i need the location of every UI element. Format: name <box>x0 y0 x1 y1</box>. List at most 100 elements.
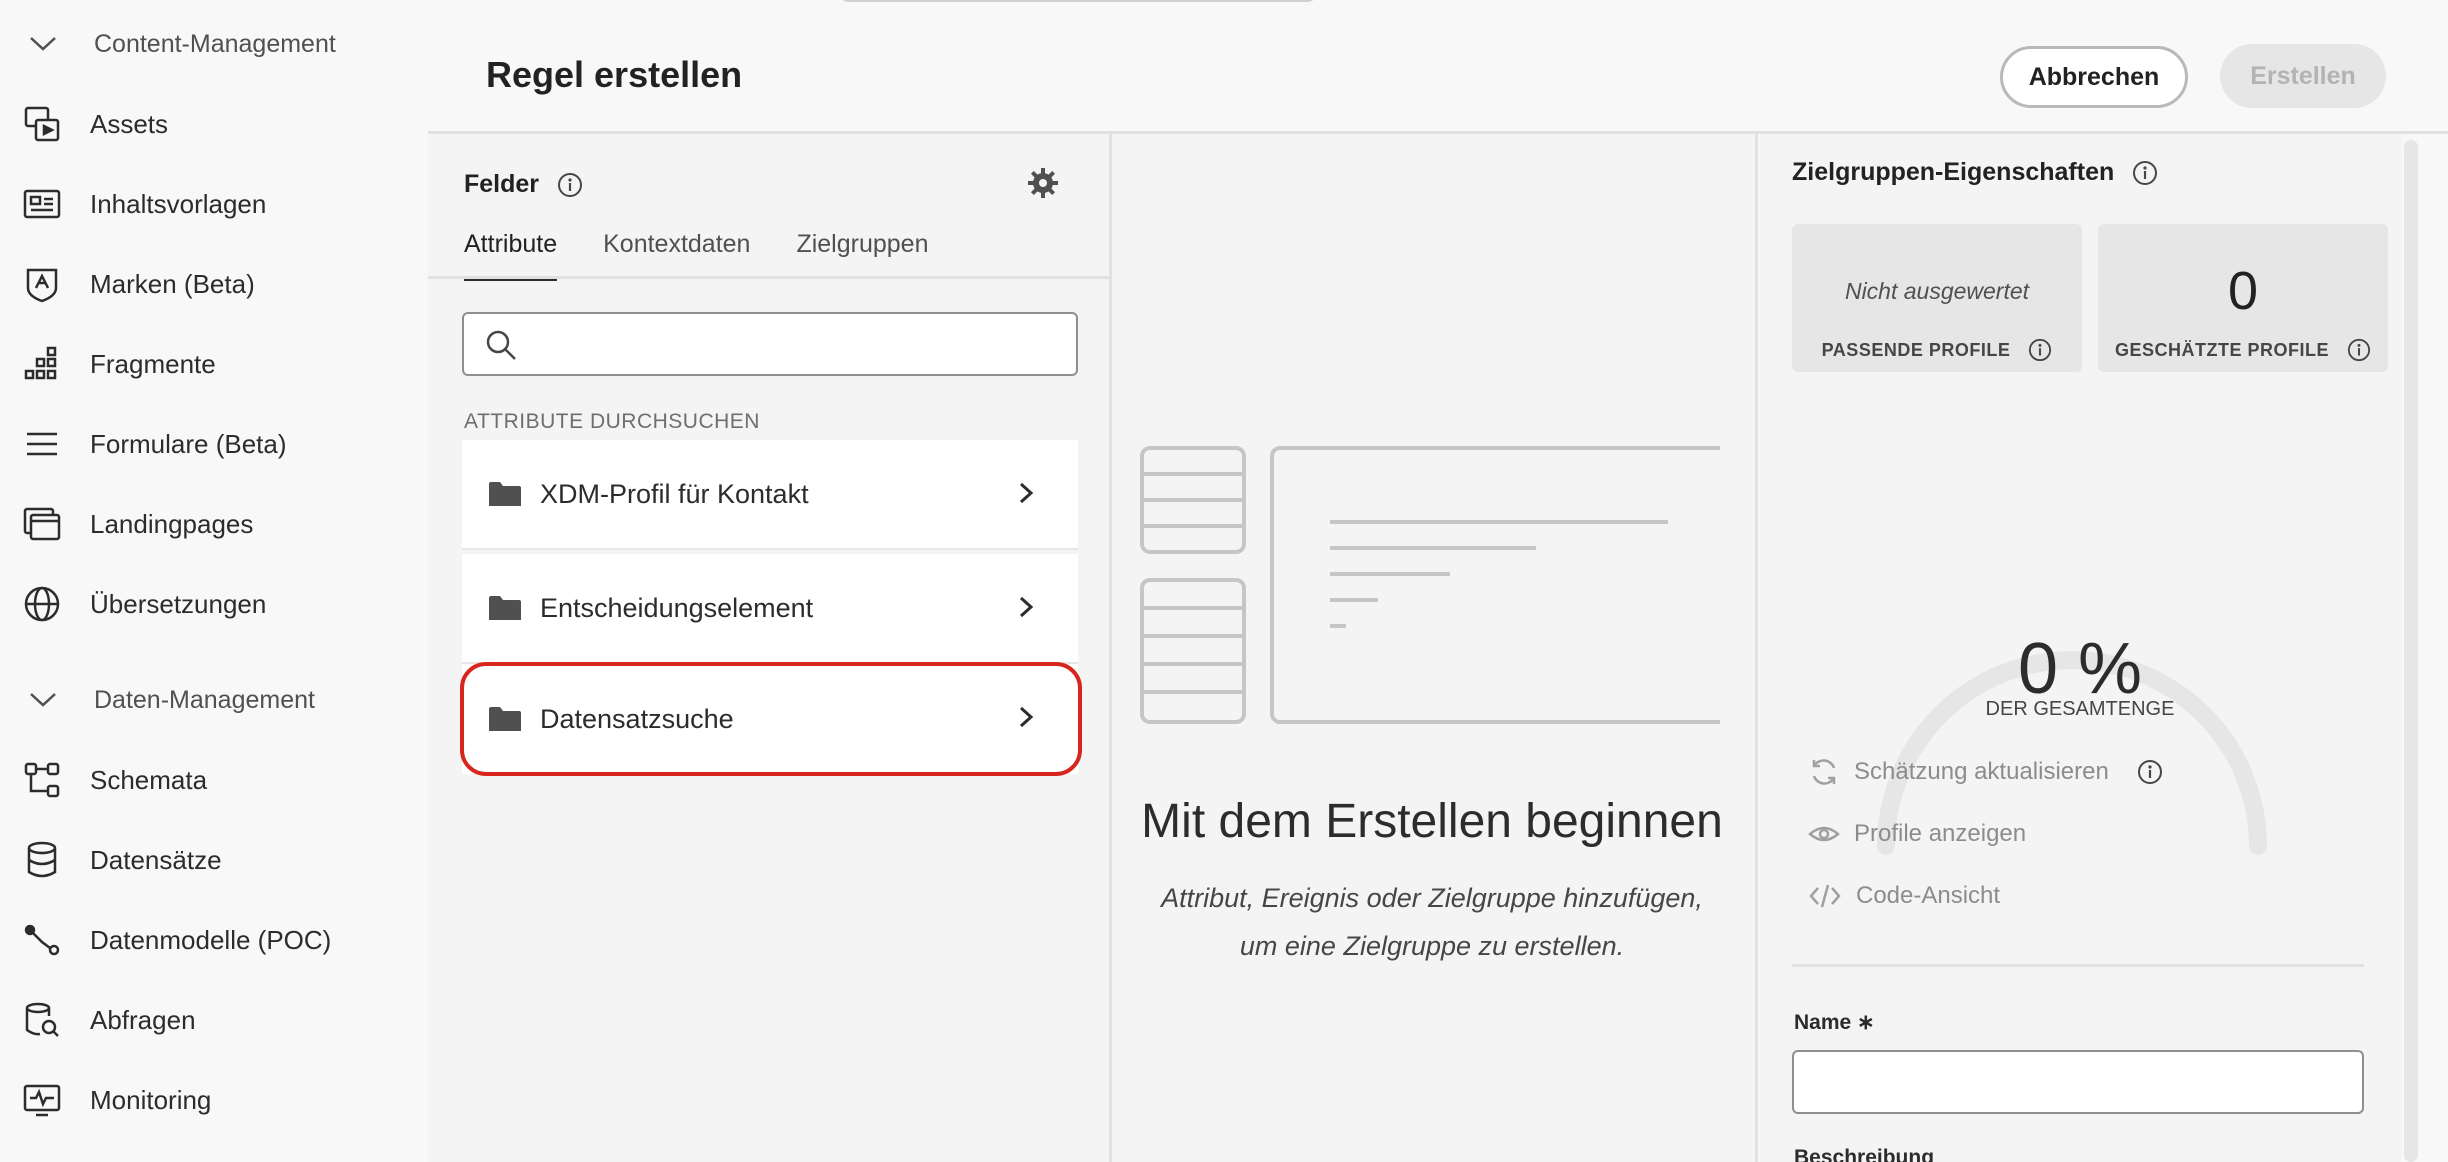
matching-profiles-card: Nicht ausgewertet PASSENDE PROFILE <box>1792 224 2082 372</box>
nav-item-label: Inhaltsvorlagen <box>90 188 267 219</box>
content-templates-icon <box>20 182 64 226</box>
audience-properties-header: Zielgruppen-Eigenschaften <box>1792 158 2158 187</box>
nav-section-label: Daten-Management <box>94 685 315 714</box>
empty-state-subtitle: Attribut, Ereignis oder Zielgruppe hinzu… <box>1112 874 1752 970</box>
data-models-icon <box>20 918 64 962</box>
empty-state-subtitle-line: um eine Zielgruppe zu erstellen. <box>1239 931 1625 961</box>
nav-item-label: Assets <box>90 108 169 139</box>
code-icon <box>1808 882 1842 910</box>
browse-attributes-label: ATTRIBUTE DURCHSUCHEN <box>464 410 760 433</box>
nav-item-brands[interactable]: Marken (Beta) <box>20 254 255 314</box>
nav-item-label: Monitoring <box>90 1084 212 1115</box>
rule-canvas: Mit dem Erstellen beginnen Attribut, Ere… <box>1112 134 1758 1162</box>
nav-item-label: Datenmodelle (POC) <box>90 924 332 955</box>
info-icon[interactable] <box>2028 338 2052 362</box>
monitoring-icon <box>20 1078 64 1122</box>
tab-attribute[interactable]: Attribute <box>464 230 558 281</box>
estimated-profiles-value: 0 <box>2227 261 2259 321</box>
datasets-icon <box>20 838 64 882</box>
nav-item-label: Landingpages <box>90 508 254 539</box>
refresh-estimate-button[interactable]: Schätzung aktualisieren <box>1808 756 2163 788</box>
schemas-icon <box>20 758 64 802</box>
code-view-button[interactable]: Code-Ansicht <box>1808 882 2000 910</box>
code-view-label: Code-Ansicht <box>1856 882 2001 909</box>
audience-properties-panel: Zielgruppen-Eigenschaften Nicht ausgewer… <box>1760 134 2402 1162</box>
nav-item-fragments[interactable]: Fragmente <box>20 334 216 394</box>
fragments-icon <box>20 342 64 386</box>
chevron-right-icon <box>1018 481 1034 505</box>
scrollbar[interactable] <box>2404 140 2418 1162</box>
nav-item-assets[interactable]: Assets <box>20 94 168 154</box>
folder-icon <box>488 480 522 508</box>
folder-icon <box>488 705 522 733</box>
nav-item-datasets[interactable]: Datensätze <box>20 830 222 890</box>
search-input[interactable] <box>532 320 1062 368</box>
folder-row-decision-item[interactable]: Entscheidungselement <box>462 554 1078 664</box>
info-icon[interactable] <box>2137 759 2163 785</box>
nav-item-label: Abfragen <box>90 1004 196 1035</box>
folder-icon <box>488 594 522 622</box>
gauge-label: DER GESAMTENGE <box>1985 698 2175 720</box>
landing-pages-icon <box>20 502 64 546</box>
matching-profiles-label: PASSENDE PROFILE <box>1821 339 2011 360</box>
search-icon <box>484 328 518 367</box>
info-icon[interactable] <box>2132 160 2158 186</box>
nav-item-forms[interactable]: Formulare (Beta) <box>20 414 287 474</box>
nav-item-monitoring[interactable]: Monitoring <box>20 1070 211 1130</box>
section-divider <box>1792 964 2364 967</box>
eye-icon <box>1808 818 1840 850</box>
tab-audiences[interactable]: Zielgruppen <box>796 230 928 281</box>
globe-icon <box>20 582 64 626</box>
audience-properties-title: Zielgruppen-Eigenschaften <box>1792 158 2115 186</box>
left-navigation: Content-Management Assets Inhaltsvorlage… <box>0 0 428 1162</box>
fields-header: Felder <box>464 170 583 199</box>
nav-section-content-management[interactable]: Content-Management <box>26 14 336 74</box>
search-bar-edge[interactable] <box>838 0 1318 2</box>
cancel-button[interactable]: Abbrechen <box>2000 46 2188 108</box>
page-title: Regel erstellen <box>486 54 743 95</box>
fields-title: Felder <box>464 170 540 198</box>
info-icon[interactable] <box>557 172 583 198</box>
description-label: Beschreibung <box>1794 1146 1935 1162</box>
nav-item-schemas[interactable]: Schemata <box>20 750 207 810</box>
page-header: Regel erstellen Abbrechen Erstellen <box>428 0 2448 134</box>
nav-item-queries[interactable]: Abfragen <box>20 990 196 1050</box>
nav-item-landing-pages[interactable]: Landingpages <box>20 494 253 554</box>
create-button[interactable]: Erstellen <box>2220 44 2386 108</box>
nav-section-data-management[interactable]: Daten-Management <box>26 670 315 730</box>
tabs-divider <box>428 276 1109 279</box>
nav-item-data-models[interactable]: Datenmodelle (POC) <box>20 910 331 970</box>
nav-section-label: Content-Management <box>94 29 336 58</box>
folder-row-dataset-lookup[interactable]: Datensatzsuche <box>462 664 1078 774</box>
nav-item-label: Schemata <box>90 764 208 795</box>
refresh-icon <box>1808 756 1840 788</box>
folder-row-xdm-profile[interactable]: XDM-Profil für Kontakt <box>462 440 1078 550</box>
chevron-down-icon <box>26 683 60 717</box>
search-field[interactable] <box>462 312 1078 376</box>
empty-state-title: Mit dem Erstellen beginnen <box>1141 795 1723 848</box>
view-profiles-button[interactable]: Profile anzeigen <box>1808 818 2026 850</box>
tab-contextdata[interactable]: Kontextdaten <box>603 230 750 281</box>
info-icon[interactable] <box>2347 338 2371 362</box>
chevron-right-icon <box>1018 705 1034 729</box>
name-field-label: Name ∗ <box>1794 1010 1875 1035</box>
brands-icon <box>20 262 64 306</box>
matching-profiles-value: Nicht ausgewertet <box>1844 278 2030 304</box>
chevron-right-icon <box>1018 595 1034 619</box>
nav-item-content-templates[interactable]: Inhaltsvorlagen <box>20 174 266 234</box>
required-asterisk-icon: ∗ <box>1857 1011 1875 1034</box>
name-input[interactable] <box>1792 1050 2364 1114</box>
nav-item-translations[interactable]: Übersetzungen <box>20 574 266 634</box>
folder-label: Datensatzsuche <box>540 703 734 734</box>
forms-icon <box>20 422 64 466</box>
folder-label: Entscheidungselement <box>540 592 814 623</box>
nav-item-label: Marken (Beta) <box>90 268 255 299</box>
gear-icon[interactable] <box>1026 166 1060 205</box>
view-profiles-label: Profile anzeigen <box>1854 820 2027 847</box>
estimated-profiles-card: 0 GESCHÄTZTE PROFILE <box>2098 224 2388 372</box>
fields-panel: Felder Attribute Kontextdaten Zielgruppe… <box>428 134 1112 1162</box>
empty-state-subtitle-line: Attribut, Ereignis oder Zielgruppe hinzu… <box>1161 883 1703 913</box>
nav-item-label: Fragmente <box>90 348 216 379</box>
nav-item-label: Formulare (Beta) <box>90 428 287 459</box>
folder-label: XDM-Profil für Kontakt <box>540 478 809 509</box>
